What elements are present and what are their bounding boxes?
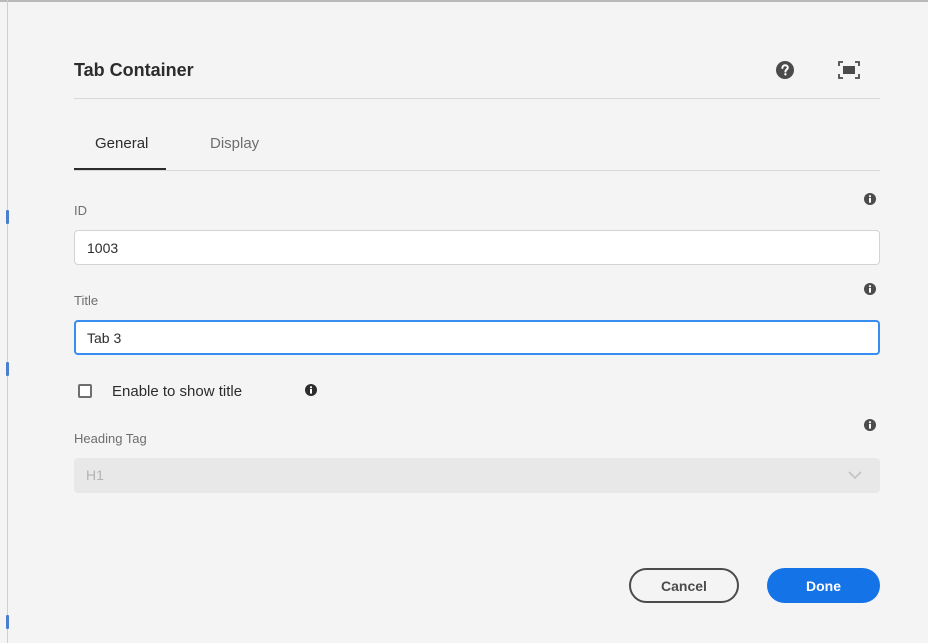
id-label: ID	[74, 203, 87, 218]
tab-display[interactable]: Display	[210, 135, 259, 152]
show-title-checkbox[interactable]	[78, 384, 92, 398]
info-icon[interactable]	[864, 419, 876, 431]
fullscreen-icon[interactable]	[838, 61, 860, 79]
help-icon[interactable]	[776, 61, 794, 79]
tab-divider	[74, 170, 880, 171]
heading-tag-label: Heading Tag	[74, 431, 147, 446]
cancel-button[interactable]: Cancel	[629, 568, 739, 603]
info-icon[interactable]	[864, 283, 876, 295]
title-input[interactable]	[74, 320, 880, 355]
show-title-label[interactable]: Enable to show title	[112, 383, 242, 400]
done-button[interactable]: Done	[767, 568, 880, 603]
tab-container-dialog: Tab Container General Display ID Title E…	[8, 2, 928, 643]
dialog-title: Tab Container	[74, 60, 194, 80]
header-divider	[74, 98, 880, 99]
heading-tag-value: H1	[86, 467, 104, 483]
title-label: Title	[74, 293, 99, 308]
info-icon[interactable]	[305, 384, 317, 396]
id-input[interactable]	[74, 230, 880, 265]
tab-general[interactable]: General	[95, 135, 148, 152]
heading-tag-select[interactable]: H1	[74, 458, 880, 493]
chevron-down-icon	[848, 471, 862, 479]
info-icon[interactable]	[864, 193, 876, 205]
